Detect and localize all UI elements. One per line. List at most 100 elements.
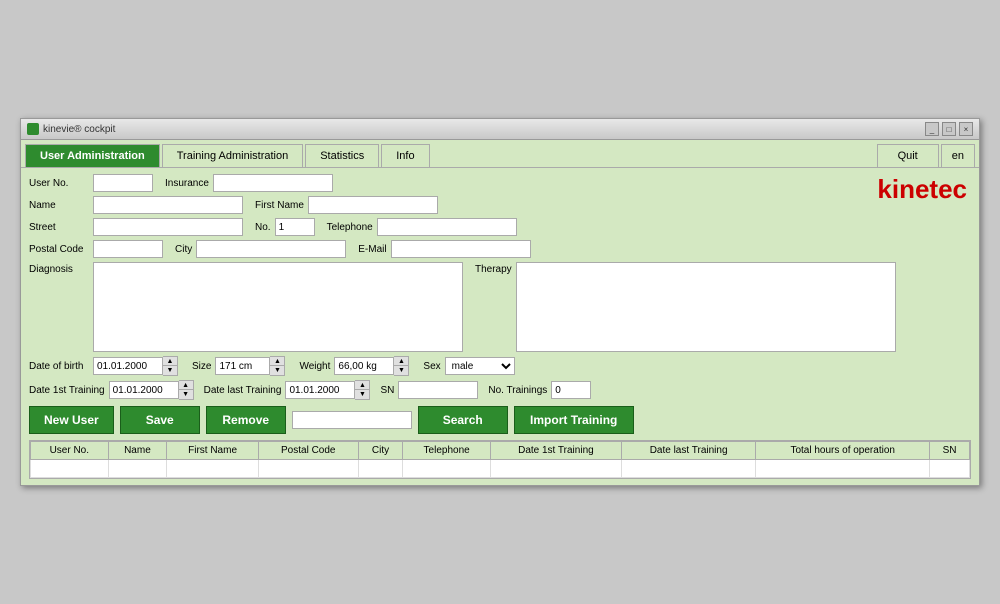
users-table-container: User No. Name First Name Postal Code Cit… (29, 440, 971, 479)
first-name-input[interactable] (308, 196, 438, 214)
name-input[interactable] (93, 196, 243, 214)
therapy-input[interactable] (516, 262, 896, 352)
maximize-button[interactable]: □ (942, 122, 956, 136)
weight-spin-up[interactable]: ▲ (394, 357, 408, 366)
no-label: No. (255, 222, 271, 233)
weight-label: Weight (299, 361, 330, 372)
date-last-spin-up[interactable]: ▲ (355, 381, 369, 390)
col-telephone: Telephone (403, 442, 491, 460)
row-training-dates: Date 1st Training ▲ ▼ Date last Training… (29, 380, 971, 400)
titlebar-left: kinevie® cockpit (27, 123, 115, 135)
size-spin-btns: ▲ ▼ (270, 356, 285, 376)
telephone-label: Telephone (327, 222, 373, 233)
email-input[interactable] (391, 240, 531, 258)
no-input[interactable] (275, 218, 315, 236)
user-no-input[interactable] (93, 174, 153, 192)
new-user-button[interactable]: New User (29, 406, 114, 434)
tab-info[interactable]: Info (381, 144, 429, 167)
date-last-training-input[interactable] (285, 381, 355, 399)
dob-spin-up[interactable]: ▲ (163, 357, 177, 366)
col-city: City (358, 442, 403, 460)
date-first-training-input[interactable] (109, 381, 179, 399)
diagnosis-label: Diagnosis (29, 264, 89, 275)
date-first-training-spinbox: ▲ ▼ (109, 380, 194, 400)
row-postal-city-email: Postal Code City E-Mail (29, 240, 971, 258)
weight-input[interactable] (334, 357, 394, 375)
titlebar: kinevie® cockpit _ □ × (21, 119, 979, 140)
city-input[interactable] (196, 240, 346, 258)
bottom-buttons: New User Save Remove Search Import Train… (29, 406, 971, 434)
date-first-spin-down[interactable]: ▼ (179, 390, 193, 399)
no-trainings-label: No. Trainings (488, 385, 547, 396)
sex-label: Sex (423, 361, 440, 372)
size-spin-up[interactable]: ▲ (270, 357, 284, 366)
dob-spin-btns: ▲ ▼ (163, 356, 178, 376)
minimize-button[interactable]: _ (925, 122, 939, 136)
row-diagnosis-therapy: Diagnosis Therapy (29, 262, 971, 352)
dob-spin-down[interactable]: ▼ (163, 366, 177, 375)
therapy-label: Therapy (475, 264, 512, 275)
weight-spin-btns: ▲ ▼ (394, 356, 409, 376)
main-window: kinevie® cockpit _ □ × User Administrati… (20, 118, 980, 486)
date-last-training-spinbox: ▲ ▼ (285, 380, 370, 400)
col-name: Name (108, 442, 167, 460)
size-spin-down[interactable]: ▼ (270, 366, 284, 375)
date-last-spin-down[interactable]: ▼ (355, 390, 369, 399)
sn-label: SN (380, 385, 394, 396)
date-first-training-spin-btns: ▲ ▼ (179, 380, 194, 400)
street-label: Street (29, 222, 89, 233)
brand-logo: kinetec (877, 174, 967, 205)
no-trainings-input[interactable] (551, 381, 591, 399)
save-button[interactable]: Save (120, 406, 200, 434)
postal-code-input[interactable] (93, 240, 163, 258)
date-last-training-spin-btns: ▲ ▼ (355, 380, 370, 400)
user-no-label: User No. (29, 178, 89, 189)
nav-tabs: User Administration Training Administrat… (21, 140, 979, 168)
app-icon (27, 123, 39, 135)
close-button[interactable]: × (959, 122, 973, 136)
row-user-insurance: User No. Insurance (29, 174, 971, 192)
quit-button[interactable]: Quit (877, 144, 939, 167)
search-field[interactable] (292, 411, 412, 429)
tab-user-administration[interactable]: User Administration (25, 144, 160, 167)
sex-select[interactable]: male female (445, 357, 515, 375)
col-postal-code: Postal Code (258, 442, 358, 460)
size-input[interactable] (215, 357, 270, 375)
table-body (31, 460, 970, 478)
col-total-hours: Total hours of operation (756, 442, 930, 460)
col-first-name: First Name (167, 442, 259, 460)
city-label: City (175, 244, 192, 255)
col-date-first-training: Date 1st Training (490, 442, 621, 460)
tab-training-administration[interactable]: Training Administration (162, 144, 303, 167)
weight-spin-down[interactable]: ▼ (394, 366, 408, 375)
remove-button[interactable]: Remove (206, 406, 286, 434)
row-dob-size-weight-sex: Date of birth ▲ ▼ Size ▲ ▼ Weight (29, 356, 971, 376)
col-user-no: User No. (31, 442, 109, 460)
dob-input[interactable] (93, 357, 163, 375)
date-first-spin-up[interactable]: ▲ (179, 381, 193, 390)
weight-spinbox: ▲ ▼ (334, 356, 409, 376)
first-name-label: First Name (255, 200, 304, 211)
titlebar-controls: _ □ × (925, 122, 973, 136)
date-first-training-label: Date 1st Training (29, 385, 105, 396)
street-input[interactable] (93, 218, 243, 236)
col-sn: SN (930, 442, 970, 460)
postal-code-label: Postal Code (29, 244, 89, 255)
insurance-input[interactable] (213, 174, 333, 192)
sn-input[interactable] (398, 381, 478, 399)
table-header-row: User No. Name First Name Postal Code Cit… (31, 442, 970, 460)
size-spinbox: ▲ ▼ (215, 356, 285, 376)
row-street-telephone: Street No. Telephone (29, 218, 971, 236)
dob-spinbox: ▲ ▼ (93, 356, 178, 376)
tab-statistics[interactable]: Statistics (305, 144, 379, 167)
diagnosis-input[interactable] (93, 262, 463, 352)
import-training-button[interactable]: Import Training (514, 406, 634, 434)
content-area: kinetec User No. Insurance Name First Na… (21, 168, 979, 485)
name-label: Name (29, 200, 89, 211)
row-name-firstname: Name First Name (29, 196, 971, 214)
size-label: Size (192, 361, 211, 372)
search-button[interactable]: Search (418, 406, 508, 434)
table-row[interactable] (31, 460, 970, 478)
telephone-input[interactable] (377, 218, 517, 236)
language-selector[interactable]: en (941, 144, 975, 167)
